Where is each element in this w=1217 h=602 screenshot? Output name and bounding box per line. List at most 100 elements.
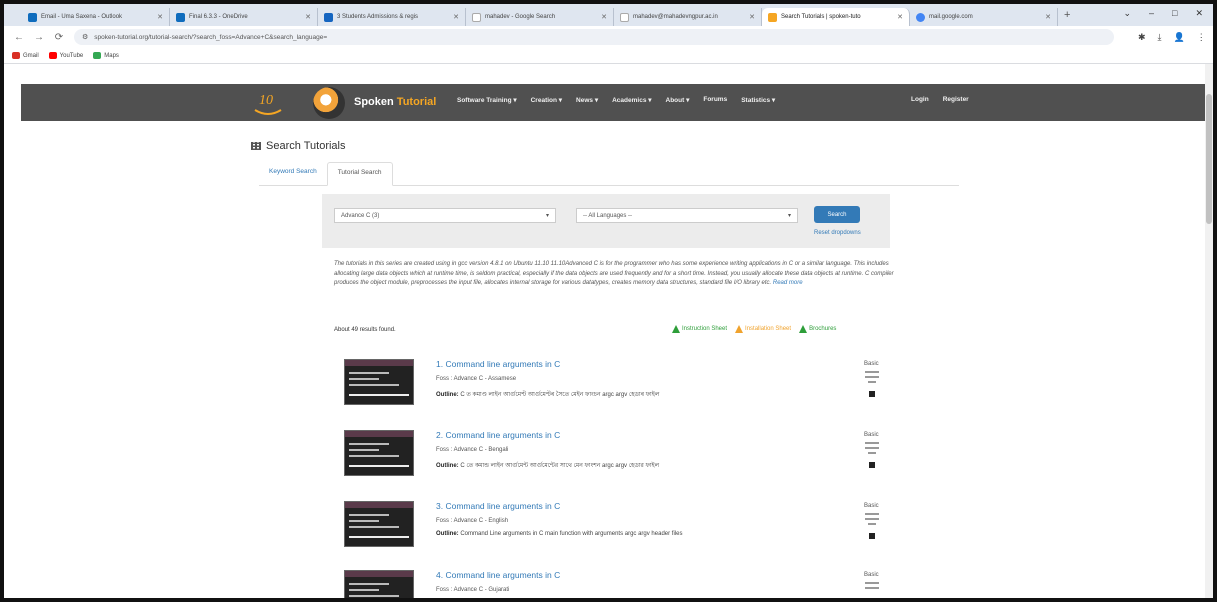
extensions-icon[interactable]: ✱ xyxy=(1138,32,1146,43)
back-icon[interactable]: ← xyxy=(14,32,24,43)
logo-text: 10 xyxy=(259,93,273,108)
browser-tab[interactable]: mahadev@mahadevngpur.ac.in ✕ xyxy=(614,8,762,26)
anniversary-logo-icon[interactable]: 10 xyxy=(251,86,285,118)
brand-name[interactable]: Spoken Tutorial xyxy=(354,96,436,108)
instruction-sheet-legend[interactable]: Instruction Sheet xyxy=(672,325,727,333)
tutorial-title-link[interactable]: 1. Command line arguments in C xyxy=(436,359,560,369)
bookmark-label: Maps xyxy=(104,52,119,59)
result-row: 4. Command line arguments in C Foss : Ad… xyxy=(344,570,884,598)
installation-sheet-legend[interactable]: Installation Sheet xyxy=(735,325,791,333)
tab-keyword-search[interactable]: Keyword Search xyxy=(259,162,327,185)
menu-icon[interactable]: ⋮ xyxy=(1197,32,1206,43)
results-count: About 49 results found. xyxy=(334,327,396,333)
tab-search-icon[interactable]: ⌄ xyxy=(1123,8,1131,19)
new-tab-button[interactable]: + xyxy=(1064,9,1070,21)
brochures-legend[interactable]: Brochures xyxy=(799,325,836,333)
tab-strip: Email - Uma Saxena - Outlook ✕ Final 6.3.… xyxy=(4,4,1213,26)
tab-tutorial-search[interactable]: Tutorial Search xyxy=(326,162,393,186)
minimize-icon[interactable]: – xyxy=(1149,8,1154,19)
close-icon[interactable]: ✕ xyxy=(305,13,311,21)
foss-select[interactable]: Advance C (3) ▾ xyxy=(334,208,556,223)
tutorial-thumbnail[interactable] xyxy=(344,501,414,547)
menu-statistics[interactable]: Statistics ▾ xyxy=(741,96,775,104)
tutorial-level: Basic xyxy=(864,503,879,509)
profile-icon[interactable]: 👤 xyxy=(1174,32,1185,43)
legend-label: Installation Sheet xyxy=(745,326,792,332)
close-icon[interactable]: ✕ xyxy=(601,13,607,21)
login-link[interactable]: Login xyxy=(911,96,929,103)
close-icon[interactable]: ✕ xyxy=(453,13,459,21)
outline-text: Command Line arguments in C main functio… xyxy=(460,531,683,537)
tab-title: Search Tutorials | spoken-tuto xyxy=(781,14,861,20)
description-text: The tutorials in this series are created… xyxy=(334,261,894,286)
browser-tab[interactable]: Final 6.3.3 - OneDrive ✕ xyxy=(170,8,318,26)
tutorial-outline: Outline: Command Line arguments in C mai… xyxy=(436,531,856,537)
close-window-icon[interactable]: ✕ xyxy=(1195,8,1203,19)
tutorial-foss: Foss : Advance C - Gujarati xyxy=(436,587,510,593)
menu-forums[interactable]: Forums xyxy=(703,96,727,104)
register-link[interactable]: Register xyxy=(943,96,969,103)
menu-software-training[interactable]: Software Training ▾ xyxy=(457,96,517,104)
close-icon[interactable]: ✕ xyxy=(157,13,163,21)
browser-tab[interactable]: mail.google.com ✕ xyxy=(910,8,1058,26)
youtube-icon xyxy=(48,52,57,59)
bookmark-label: YouTube xyxy=(59,52,84,59)
tutorial-outline: Outline: C ত কমাণ্ড লাইন আৰ্গুমেণ্ট আৰ্গ… xyxy=(436,389,856,400)
menu-academics[interactable]: Academics ▾ xyxy=(612,96,651,104)
read-more-link[interactable]: Read more xyxy=(773,280,803,286)
search-button[interactable]: Search xyxy=(814,206,860,223)
close-icon[interactable]: ✕ xyxy=(749,13,755,21)
tab-favicon xyxy=(620,12,629,22)
close-icon[interactable]: ✕ xyxy=(1045,13,1051,21)
scrollbar-thumb[interactable] xyxy=(1206,94,1212,224)
bookmark-maps[interactable]: Maps xyxy=(93,52,119,59)
tab-title: Final 6.3.3 - OneDrive xyxy=(189,14,248,20)
tab-favicon xyxy=(916,12,925,22)
download-icon[interactable]: ⤓ xyxy=(1158,32,1162,43)
page-title-text: Search Tutorials xyxy=(266,140,346,152)
search-tabs: Keyword Search Tutorial Search xyxy=(259,162,959,186)
main-menu: Software Training ▾ Creation ▾ News ▾ Ac… xyxy=(457,96,775,104)
tutorial-thumbnail[interactable] xyxy=(344,430,414,476)
legend-label: Brochures xyxy=(809,326,837,332)
bookmark-youtube[interactable]: YouTube xyxy=(48,52,84,59)
tab-favicon xyxy=(28,12,37,22)
menu-news[interactable]: News ▾ xyxy=(576,96,598,104)
tab-title: mahadev@mahadevngpur.ac.in xyxy=(633,14,718,20)
tutorial-title-link[interactable]: 3. Command line arguments in C xyxy=(436,501,560,511)
chevron-down-icon: ▾ xyxy=(787,213,791,219)
tab-favicon xyxy=(176,12,185,22)
tutorial-outline: Outline: C তে কমান্ড লাইন আর্গুমেন্ট আর্… xyxy=(436,460,856,471)
tutorial-title-link[interactable]: 2. Command line arguments in C xyxy=(436,430,560,440)
level-bars-icon xyxy=(865,371,879,386)
reset-dropdowns-link[interactable]: Reset dropdowns xyxy=(814,230,861,236)
browser-tab-active[interactable]: Search Tutorials | spoken-tuto ✕ xyxy=(762,8,910,26)
tab-title: 3 Students Admissions & regis xyxy=(337,14,419,20)
tutorial-level: Basic xyxy=(864,361,879,367)
browser-tab[interactable]: mahadev - Google Search ✕ xyxy=(466,8,614,26)
browser-tab[interactable]: 3 Students Admissions & regis ✕ xyxy=(318,8,466,26)
tutorial-thumbnail[interactable] xyxy=(344,359,414,405)
toolbar-icons: ✱ ⤓ 👤 ⋮ xyxy=(1138,32,1206,43)
menu-about[interactable]: About ▾ xyxy=(666,96,690,104)
page-scrollbar[interactable] xyxy=(1205,64,1213,598)
spoken-tutorial-logo-icon[interactable] xyxy=(313,87,345,119)
tab-favicon xyxy=(472,12,481,22)
bookmark-gmail[interactable]: Gmail xyxy=(12,52,39,59)
reload-icon[interactable]: ⟳ xyxy=(54,32,64,43)
browser-toolbar: ← → ⟳ ⚙ spoken-tutorial.org/tutorial-sea… xyxy=(4,26,1213,48)
language-select[interactable]: -- All Languages -- ▾ xyxy=(576,208,798,223)
maximize-icon[interactable]: □ xyxy=(1172,8,1177,19)
tutorial-thumbnail[interactable] xyxy=(344,570,414,598)
menu-creation[interactable]: Creation ▾ xyxy=(531,96,562,104)
close-icon[interactable]: ✕ xyxy=(897,13,903,21)
address-bar[interactable]: ⚙ spoken-tutorial.org/tutorial-search/?s… xyxy=(74,29,1114,45)
site-info-icon[interactable]: ⚙ xyxy=(82,33,88,41)
tutorial-title-link[interactable]: 4. Command line arguments in C xyxy=(436,570,560,580)
brand-accent: Tutorial xyxy=(393,96,437,108)
browser-tab[interactable]: Email - Uma Saxena - Outlook ✕ xyxy=(22,8,170,26)
resource-legend: Instruction Sheet Installation Sheet Bro… xyxy=(672,325,836,333)
forward-icon[interactable]: → xyxy=(34,32,44,43)
installation-sheet-icon xyxy=(735,325,744,333)
result-row: 3. Command line arguments in C Foss : Ad… xyxy=(344,501,884,561)
